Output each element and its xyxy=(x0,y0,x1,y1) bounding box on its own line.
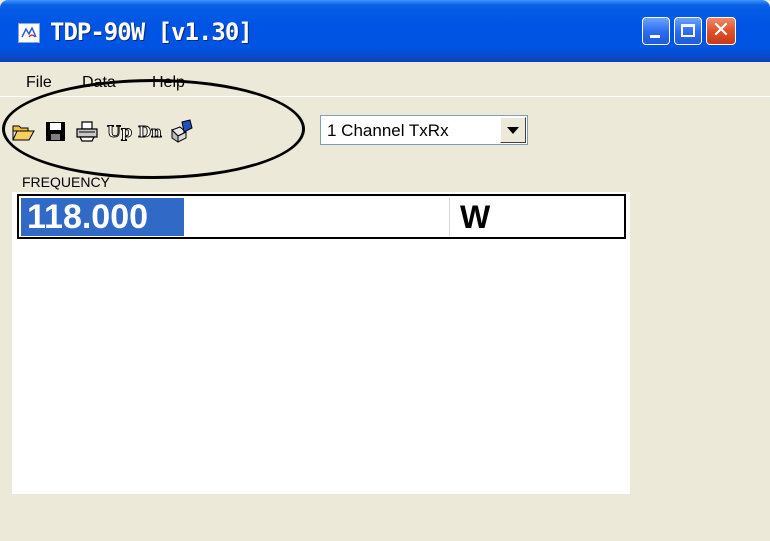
menu-file[interactable]: File xyxy=(26,74,52,92)
toolbar-highlight-ellipse xyxy=(2,79,305,179)
frequency-label: FREQUENCY xyxy=(22,174,110,190)
frequency-value[interactable]: 118.000 xyxy=(21,198,184,236)
maximize-button[interactable] xyxy=(674,17,702,45)
title-bar[interactable]: TDP-90W [v1.30] ✕ xyxy=(0,0,770,62)
minimize-icon xyxy=(650,35,660,38)
minimize-button[interactable] xyxy=(642,17,670,45)
channel-select-dropdown-button[interactable] xyxy=(500,117,526,143)
app-window: TDP-90W [v1.30] ✕ File Data Help Up Dn 1… xyxy=(0,0,770,541)
maximize-icon xyxy=(681,24,695,37)
app-icon[interactable] xyxy=(18,23,40,43)
field-divider xyxy=(449,198,450,236)
channel-select-value: 1 Channel TxRx xyxy=(327,121,449,140)
unit-label: W xyxy=(460,199,491,235)
chevron-down-icon xyxy=(507,127,519,134)
channel-select[interactable]: 1 Channel TxRx xyxy=(320,115,528,145)
close-icon: ✕ xyxy=(711,18,731,43)
close-button[interactable]: ✕ xyxy=(706,17,736,45)
window-title: TDP-90W [v1.30] xyxy=(50,18,253,46)
